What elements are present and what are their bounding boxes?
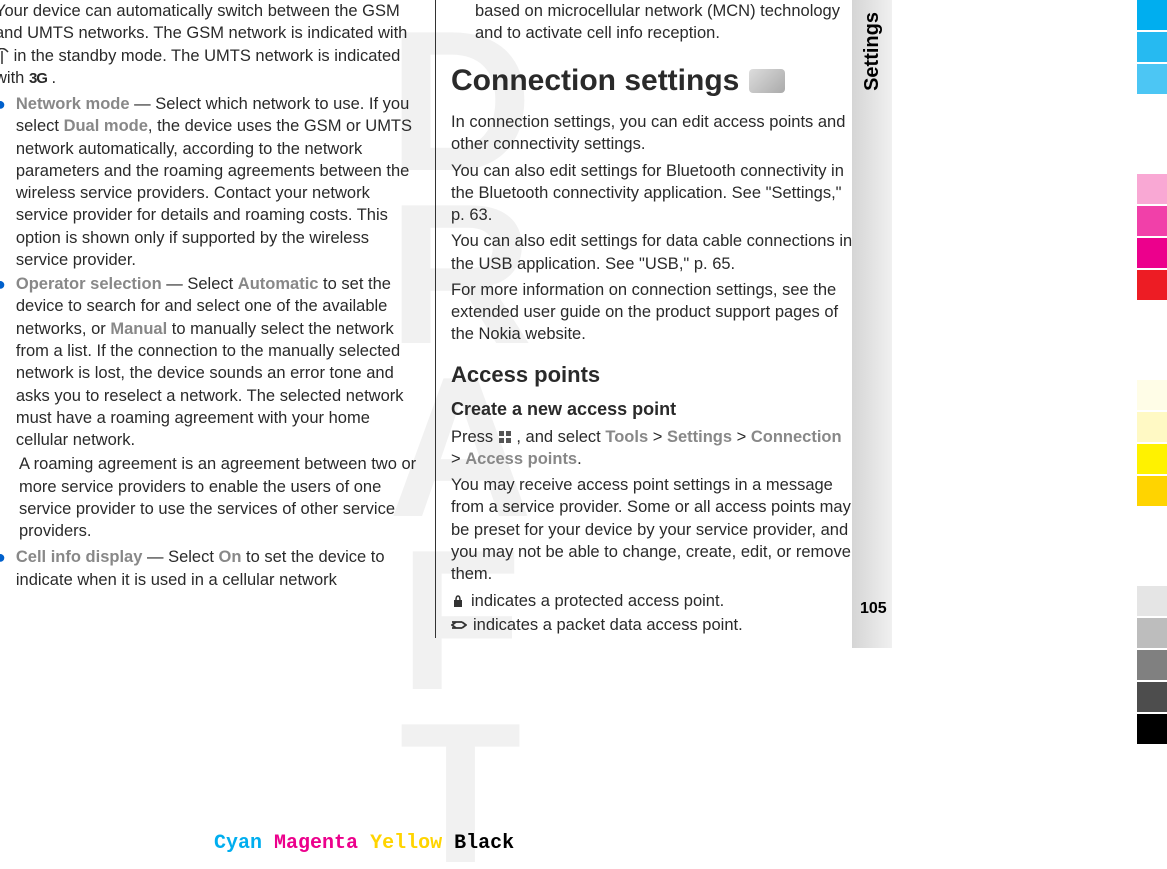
right-column: based on microcellular network (MCN) tec…: [435, 0, 863, 638]
operator-rest2: to manually select the network from a li…: [16, 320, 404, 449]
bullet-network-mode: ● Network mode — Select which network to…: [0, 93, 420, 271]
bullet-dot-icon: ●: [0, 93, 6, 271]
cyan-swatch: [1137, 64, 1167, 94]
bullet-cell-info: ● Cell info display — Select On to set t…: [0, 546, 420, 591]
main-content: Your device can automatically switch bet…: [0, 0, 1167, 638]
automatic-label: Automatic: [238, 275, 319, 293]
left-column: Your device can automatically switch bet…: [0, 0, 435, 638]
and-select-text: , and select: [516, 428, 605, 446]
protected-line: indicates a protected access point.: [451, 590, 853, 612]
bullet-dot-icon: ●: [0, 546, 6, 591]
dual-mode-label: Dual mode: [64, 117, 148, 135]
spacer: [1137, 96, 1167, 172]
preset-paragraph: You may receive access point settings in…: [451, 474, 853, 585]
access-points-label: Access points: [465, 450, 577, 468]
roaming-paragraph: A roaming agreement is an agreement betw…: [19, 453, 420, 542]
access-points-heading: Access points: [451, 360, 853, 390]
press-text: Press: [451, 428, 498, 446]
bullet-operator-selection: ● Operator selection — Select Automatic …: [0, 273, 420, 451]
gt1: >: [648, 428, 667, 446]
press-paragraph: Press , and select Tools > Settings > Co…: [451, 426, 853, 471]
cell-info-label: Cell info display: [16, 548, 143, 566]
gray-swatch: [1137, 618, 1167, 648]
gt3: >: [451, 450, 465, 468]
page-number: 105: [860, 600, 887, 618]
gray-swatch: [1137, 586, 1167, 616]
period: .: [577, 450, 582, 468]
settings-label: Settings: [667, 428, 732, 446]
operator-dash: — Select: [162, 275, 238, 293]
mcn-paragraph: based on microcellular network (MCN) tec…: [475, 0, 853, 45]
footer-black-label: Black: [454, 832, 514, 855]
sidebar-label: Settings: [861, 12, 884, 91]
packet-line: indicates a packet data access point.: [451, 614, 853, 636]
intro-paragraph: Your device can automatically switch bet…: [0, 0, 420, 89]
menu-key-icon: [498, 430, 512, 444]
gray-swatch: [1137, 650, 1167, 680]
connection-settings-heading: Connection settings: [451, 61, 853, 102]
footer-color-names: Cyan Magenta Yellow Black: [214, 832, 514, 855]
bullet-text: Network mode — Select which network to u…: [16, 93, 420, 271]
gray-swatch: [1137, 682, 1167, 712]
conn-para-1: In connection settings, you can edit acc…: [451, 111, 853, 156]
packet-icon: [451, 618, 467, 632]
sidebar-tab: Settings 105: [852, 0, 892, 648]
connection-icon: [749, 69, 785, 93]
cyan-swatch: [1137, 32, 1167, 62]
gt2: >: [732, 428, 751, 446]
intro-text-1: Your device can automatically switch bet…: [0, 2, 407, 42]
yellow-swatch: [1137, 444, 1167, 474]
magenta-swatch: [1137, 174, 1167, 204]
bullet-dot-icon: ●: [0, 273, 6, 451]
yellow-swatch: [1137, 476, 1167, 506]
spacer: [1137, 302, 1167, 378]
tools-label: Tools: [605, 428, 648, 446]
cell-info-dash: — Select: [142, 548, 218, 566]
footer-cyan-label: Cyan: [214, 832, 262, 855]
packet-text: indicates a packet data access point.: [473, 614, 743, 636]
protected-text: indicates a protected access point.: [471, 590, 724, 612]
magenta-swatch: [1137, 206, 1167, 236]
registration-color-bars: [1137, 0, 1167, 760]
black-swatch: [1137, 714, 1167, 744]
network-mode-label: Network mode: [16, 95, 130, 113]
3g-icon: 3G: [29, 70, 47, 87]
spacer: [1137, 508, 1167, 584]
red-swatch: [1137, 270, 1167, 300]
conn-para-2: You can also edit settings for Bluetooth…: [451, 160, 853, 227]
yellow-swatch: [1137, 380, 1167, 410]
conn-para-3: You can also edit settings for data cabl…: [451, 230, 853, 275]
operator-selection-label: Operator selection: [16, 275, 162, 293]
cyan-swatch: [1137, 0, 1167, 30]
conn-para-4: For more information on connection setti…: [451, 279, 853, 346]
footer-yellow-label: Yellow: [370, 832, 442, 855]
bullet-text: Operator selection — Select Automatic to…: [16, 273, 420, 451]
magenta-swatch: [1137, 238, 1167, 268]
intro-text-3: .: [52, 69, 57, 87]
connection-settings-label: Connection settings: [451, 61, 739, 102]
intro-text-2: in the standby mode. The UMTS network is…: [0, 47, 400, 87]
bullet-text: Cell info display — Select On to set the…: [16, 546, 420, 591]
antenna-icon: [0, 48, 9, 64]
footer-magenta-label: Magenta: [274, 832, 358, 855]
connection-label: Connection: [751, 428, 842, 446]
network-mode-rest: , the device uses the GSM or UMTS networ…: [16, 117, 412, 269]
yellow-swatch: [1137, 412, 1167, 442]
on-label: On: [219, 548, 242, 566]
lock-icon: [451, 594, 465, 608]
manual-label: Manual: [110, 320, 167, 338]
create-access-point-heading: Create a new access point: [451, 397, 853, 421]
